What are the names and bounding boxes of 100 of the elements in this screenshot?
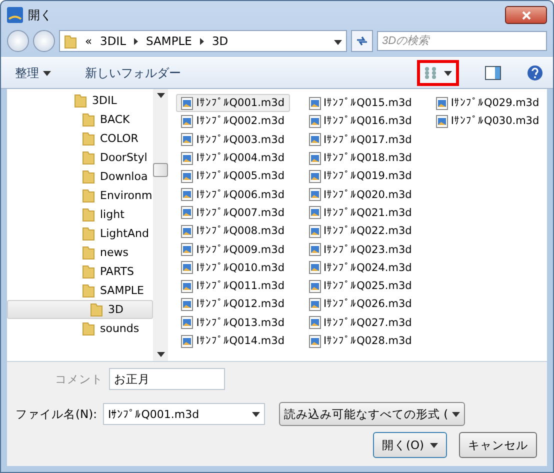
file-item[interactable]: IｻﾝﾌﾟﾙQ022.m3d [304, 222, 417, 240]
tree-item[interactable]: Downloa [7, 167, 154, 186]
refresh-button[interactable] [351, 30, 373, 52]
organize-button[interactable]: 整理 [11, 62, 55, 84]
breadcrumb[interactable]: SAMPLE [146, 34, 192, 48]
tree-item[interactable]: BACK [7, 110, 154, 129]
file-icon [436, 114, 448, 128]
file-item[interactable]: IｻﾝﾌﾟﾙQ011.m3d [176, 276, 290, 296]
file-item[interactable]: IｻﾝﾌﾟﾙQ008.m3d [176, 222, 290, 240]
file-icon [308, 133, 321, 146]
tree-item[interactable]: sounds [7, 319, 154, 338]
file-item[interactable]: IｻﾝﾌﾟﾙQ002.m3d [176, 112, 290, 131]
back-button[interactable] [7, 30, 29, 52]
file-item[interactable]: IｻﾝﾌﾟﾙQ004.m3d [176, 148, 290, 168]
file-icon [181, 170, 194, 183]
folder-icon [82, 264, 95, 279]
file-item[interactable]: IｻﾝﾌﾟﾙQ013.m3d [176, 314, 290, 332]
file-icon [308, 224, 321, 238]
file-icon [436, 96, 448, 110]
file-item[interactable]: IｻﾝﾌﾟﾙQ024.m3d [304, 258, 417, 277]
folder-icon [82, 188, 95, 203]
comment-field[interactable]: お正月 [109, 368, 225, 390]
file-icon [181, 206, 194, 220]
file-item[interactable]: IｻﾝﾌﾟﾙQ012.m3d [176, 295, 290, 314]
tree-item[interactable]: news [7, 243, 154, 262]
file-icon [181, 96, 194, 110]
tree-item[interactable]: 3DIL [7, 91, 154, 110]
file-item[interactable]: IｻﾝﾌﾟﾙQ030.m3d [430, 112, 544, 131]
file-item[interactable]: IｻﾝﾌﾟﾙQ006.m3d [176, 185, 290, 204]
file-icon [308, 280, 321, 293]
close-icon [522, 10, 530, 20]
folder-icon [90, 302, 103, 317]
preview-pane-icon[interactable] [485, 66, 501, 80]
cancel-button[interactable]: キャンセル [459, 432, 537, 458]
folder-icon [82, 112, 95, 127]
tree-item[interactable]: SAMPLE [7, 281, 154, 300]
file-icon [181, 114, 194, 128]
file-item[interactable]: IｻﾝﾌﾟﾙQ025.m3d [304, 276, 417, 296]
view-button[interactable] [417, 60, 459, 86]
file-icon [308, 261, 321, 274]
file-item[interactable]: IｻﾝﾌﾟﾙQ016.m3d [304, 112, 417, 131]
caret-icon [452, 412, 460, 416]
file-item[interactable]: IｻﾝﾌﾟﾙQ023.m3d [304, 240, 417, 259]
caret-icon [444, 70, 452, 76]
file-icon [181, 188, 194, 202]
breadcrumb[interactable]: 3DIL [100, 34, 126, 48]
file-item[interactable]: IｻﾝﾌﾟﾙQ028.m3d [304, 332, 417, 350]
tree-item[interactable]: light [7, 205, 154, 224]
search-field[interactable]: 3Dの検索 [377, 31, 547, 51]
forward-button[interactable] [33, 30, 55, 52]
file-icon [308, 152, 321, 165]
tree-item[interactable]: 3D [7, 300, 154, 319]
scrollbar-thumb[interactable] [153, 163, 168, 177]
file-item[interactable]: IｻﾝﾌﾟﾙQ014.m3d [176, 332, 290, 350]
tree-item[interactable]: LightAnd [7, 224, 154, 243]
file-item[interactable]: IｻﾝﾌﾟﾙQ010.m3d [176, 258, 290, 277]
file-item[interactable]: IｻﾝﾌﾟﾙQ021.m3d [304, 204, 417, 222]
tree-item[interactable]: PARTS [7, 262, 154, 281]
scrollbar[interactable] [153, 89, 168, 361]
new-folder-button[interactable]: 新しいフォルダー [81, 62, 185, 84]
file-icon [308, 96, 321, 110]
file-item[interactable]: IｻﾝﾌﾟﾙQ029.m3d [430, 94, 544, 112]
file-item[interactable]: IｻﾝﾌﾟﾙQ009.m3d [176, 240, 290, 259]
file-icon [308, 206, 321, 220]
file-item[interactable]: IｻﾝﾌﾟﾙQ019.m3d [304, 167, 417, 186]
file-item[interactable]: IｻﾝﾌﾟﾙQ018.m3d [304, 148, 417, 168]
tree-item[interactable]: COLOR [7, 129, 154, 148]
folder-icon [82, 245, 95, 260]
tree-item[interactable]: DoorStyl [7, 148, 154, 167]
file-type-dropdown[interactable]: 読み込み可能なすべての形式 ( [279, 402, 466, 426]
file-item[interactable]: IｻﾝﾌﾟﾙQ001.m3d [176, 94, 290, 112]
file-item[interactable]: IｻﾝﾌﾟﾙQ003.m3d [176, 130, 290, 149]
filename-label: ファイル名(N): [14, 406, 97, 422]
file-icon [308, 243, 321, 256]
folder-icon [82, 321, 95, 336]
separator-icon [134, 38, 138, 44]
help-icon[interactable] [527, 65, 543, 81]
file-item[interactable]: IｻﾝﾌﾟﾙQ020.m3d [304, 185, 417, 204]
file-item[interactable]: IｻﾝﾌﾟﾙQ015.m3d [304, 94, 417, 112]
file-item[interactable]: IｻﾝﾌﾟﾙQ005.m3d [176, 167, 290, 186]
tree-item[interactable]: Environm [7, 186, 154, 205]
caret-icon [43, 70, 51, 76]
file-item[interactable]: IｻﾝﾌﾟﾙQ007.m3d [176, 204, 290, 222]
overflow-chevron[interactable]: « [85, 34, 92, 48]
file-icon [308, 114, 321, 128]
folder-icon [64, 34, 77, 48]
address-bar[interactable]: « 3DIL SAMPLE 3D [59, 30, 347, 52]
breadcrumb[interactable]: 3D [212, 34, 228, 48]
file-item[interactable]: IｻﾝﾌﾟﾙQ027.m3d [304, 314, 417, 332]
folder-icon [82, 131, 95, 146]
file-item[interactable]: IｻﾝﾌﾟﾙQ026.m3d [304, 295, 417, 314]
filename-field[interactable]: IｻﾝﾌﾟﾙQ001.m3d [103, 403, 265, 425]
file-item[interactable]: IｻﾝﾌﾟﾙQ017.m3d [304, 130, 417, 149]
comment-label: コメント [54, 372, 103, 386]
file-icon [181, 243, 194, 256]
open-button[interactable]: 開く(O) [372, 432, 447, 458]
caret-icon [252, 412, 260, 416]
close-button[interactable] [505, 6, 547, 24]
file-icon [181, 152, 194, 165]
file-icon [181, 316, 194, 330]
